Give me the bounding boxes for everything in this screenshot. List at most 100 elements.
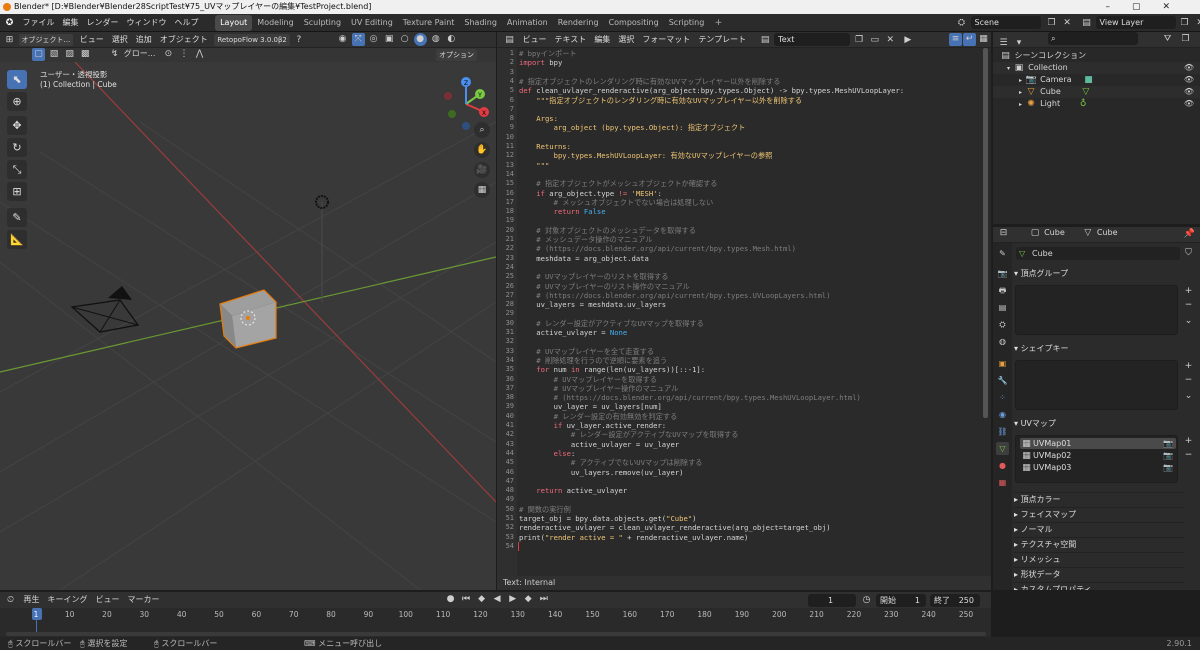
workspace-tab[interactable]: Animation [502, 15, 553, 31]
object-tab-icon[interactable]: ▣ [996, 357, 1009, 370]
scene-selector[interactable]: ⛭ Scene ❐ ✕ [955, 16, 1074, 30]
outliner-search-input[interactable]: ⌕ [1048, 32, 1139, 45]
code-line[interactable]: for num in range(len(uv_layers))[::-1]: [519, 365, 705, 374]
vertex-groups-list[interactable] [1015, 285, 1178, 335]
text-editor-menu-item[interactable]: テキスト [551, 32, 591, 48]
code-line[interactable]: Returns: [519, 142, 571, 151]
gizmo-icon[interactable]: ⤧ [351, 33, 365, 46]
panel-shape-keys[interactable]: ▾ シェイプキー [1014, 342, 1184, 355]
select-box-icon[interactable]: ▢ [32, 48, 45, 61]
viewport-menu-item[interactable]: 選択 [108, 32, 132, 48]
viewport-menu-item[interactable]: ビュー [76, 32, 108, 48]
panel-collapsed[interactable]: ▸ テクスチャ空間 [1014, 537, 1184, 550]
timeline-scrollbar[interactable] [6, 632, 986, 636]
add-icon[interactable]: + [1182, 435, 1195, 448]
menu-item[interactable]: ヘルプ [171, 14, 203, 32]
run-script-icon[interactable]: ▶ [901, 34, 914, 47]
code-line[interactable]: active_uvlayer = None [519, 328, 627, 337]
line-numbers-icon[interactable]: ≡ [949, 33, 962, 46]
code-line[interactable]: bpy.types.MeshUVLoopLayer: 有効なUVマップレイヤーの… [519, 151, 773, 160]
add-workspace-icon[interactable]: + [712, 17, 725, 30]
physics-tab-icon[interactable]: ◉ [996, 408, 1009, 421]
visibility-icon[interactable]: ◉ [336, 33, 349, 46]
texture-tab-icon[interactable]: ▦ [996, 476, 1009, 489]
jump-end-icon[interactable]: ⏭ [537, 593, 550, 606]
code-line[interactable]: def clean_uvlayer_renderactive(arg_objec… [519, 86, 904, 95]
code-line[interactable]: # UVマップレイヤー操作のマニュアル [519, 384, 679, 393]
panel-collapsed[interactable]: ▸ 形状データ [1014, 567, 1184, 580]
workspace-tab[interactable]: Sculpting [299, 15, 346, 31]
panel-vertex-groups[interactable]: ▾ 頂点グループ [1014, 267, 1184, 280]
xray-icon[interactable]: ▣ [383, 33, 396, 46]
close-icon[interactable]: ✕ [1061, 17, 1074, 30]
text-editor-menu-item[interactable]: 選択 [614, 32, 638, 48]
constraints-tab-icon[interactable]: ⛓ [996, 425, 1009, 438]
addon-retopoflow[interactable]: RetopoFlow 3.0.0β2 [214, 34, 290, 46]
jump-start-icon[interactable]: ⏮ [460, 593, 473, 606]
editor-type-icon[interactable]: ⏲ [4, 594, 17, 607]
view-layer-tab-icon[interactable]: ▤ [996, 301, 1009, 314]
proportional-edit-icon[interactable]: ⋀ [193, 48, 206, 61]
menu-chevron-down-icon[interactable]: ⌄ [1182, 390, 1195, 403]
code-line[interactable]: uv_layer = uv_layers[num] [519, 402, 662, 411]
code-line[interactable]: Args: [519, 114, 558, 123]
timeline-menu-item[interactable]: ビュー [92, 592, 124, 608]
next-key-icon[interactable]: ◆ [522, 593, 535, 606]
tool-move-icon[interactable]: ✥ [7, 116, 27, 135]
code-line[interactable]: # (https://docs.blender.org/api/current/… [519, 291, 830, 300]
clock-icon[interactable]: ◷ [860, 594, 873, 607]
outliner-item-cube[interactable]: ▸ ▽ Cube ▽ 👁 [993, 86, 1200, 98]
remove-icon[interactable]: − [1182, 374, 1195, 387]
visibility-eye-icon[interactable]: 👁 [1184, 62, 1194, 74]
tool-transform-icon[interactable]: ⊞ [7, 182, 27, 201]
text-editor-menu-item[interactable]: ビュー [519, 32, 551, 48]
snap-icon[interactable]: ⋮ [177, 48, 190, 61]
code-line[interactable]: # レンダー設定がアクティブなUVマップを取得する [519, 319, 703, 328]
code-line[interactable]: # メッシュオブジェクトでない場合は処理しない [519, 198, 714, 207]
datablock-name-field[interactable]: ▽ Cube [1016, 247, 1180, 260]
code-line[interactable]: """ [519, 161, 549, 170]
text-editor-menu-item[interactable]: テンプレート [694, 32, 750, 48]
timeline[interactable]: 1 10 20 30 40 50 60 70 80 90 100 110 120 130 140 150 160… [0, 608, 991, 637]
outliner-collection[interactable]: ▾ ▣ Collection 👁 [993, 62, 1200, 74]
scene-tab-icon[interactable]: ⛭ [996, 318, 1009, 331]
outliner-item-camera[interactable]: ▸ 📷 Camera ■ 👁 [993, 74, 1200, 86]
editor-type-icon[interactable]: ▤ [503, 34, 516, 47]
camera-view-icon[interactable]: 🎥 [474, 162, 490, 178]
code-line[interactable]: # アクティブでないUVマップは削除する [519, 458, 703, 467]
pin-icon[interactable]: 📌 [1183, 228, 1196, 241]
code-line[interactable]: if arg_object.type != 'MESH': [519, 189, 662, 198]
timeline-menu-item[interactable]: マーカー [124, 592, 164, 608]
tool-tab-icon[interactable]: ✎ [996, 247, 1009, 260]
text-name-field[interactable]: Text [774, 33, 851, 46]
select-subtract-icon[interactable]: ▨ [63, 48, 76, 61]
shape-keys-list[interactable] [1015, 360, 1178, 410]
duplicate-icon[interactable]: ❐ [1178, 17, 1191, 30]
modifier-tab-icon[interactable]: 🔧 [996, 374, 1009, 387]
overlay-icon[interactable]: ◎ [367, 33, 380, 46]
menu-item[interactable]: レンダー [83, 14, 123, 32]
play-icon[interactable]: ▶ [506, 593, 519, 606]
solid-shading-icon[interactable]: ● [413, 33, 427, 46]
pan-hand-icon[interactable]: ✋ [474, 142, 490, 158]
viewport-menu-item[interactable]: 追加 [132, 32, 156, 48]
scene-name[interactable]: Scene [970, 16, 1041, 29]
code-line[interactable]: # UVマップレイヤーのリスト操作のマニュアル [519, 282, 689, 291]
menu-item[interactable]: 編集 [59, 14, 83, 32]
code-line[interactable]: print("render active = " + renderactive_… [519, 533, 748, 542]
new-collection-icon[interactable]: ❐ [1179, 33, 1192, 46]
help-icon[interactable]: ? [292, 34, 305, 47]
orientation-selector[interactable]: グロー... [124, 49, 156, 58]
zoom-icon[interactable]: ⌕ [474, 122, 490, 138]
visibility-eye-icon[interactable]: 👁 [1184, 98, 1194, 110]
camera-object[interactable] [70, 286, 140, 333]
select-invert-icon[interactable]: ▩ [79, 48, 92, 61]
workspace-tab[interactable]: UV Editing [346, 15, 398, 31]
add-icon[interactable]: + [1182, 285, 1195, 298]
rendered-shading-icon[interactable]: ◐ [445, 33, 458, 46]
outliner-scene-collection[interactable]: ▤ シーンコレクション [993, 50, 1200, 62]
tool-scale-icon[interactable]: ⤡ [7, 160, 27, 179]
outliner[interactable]: ▤ シーンコレクション ▾ ▣ Collection 👁 ▸ 📷 Camera … [993, 48, 1200, 224]
panel-collapsed[interactable]: ▸ フェイスマップ [1014, 507, 1184, 520]
render-camera-icon[interactable]: 📷 [1163, 462, 1173, 473]
